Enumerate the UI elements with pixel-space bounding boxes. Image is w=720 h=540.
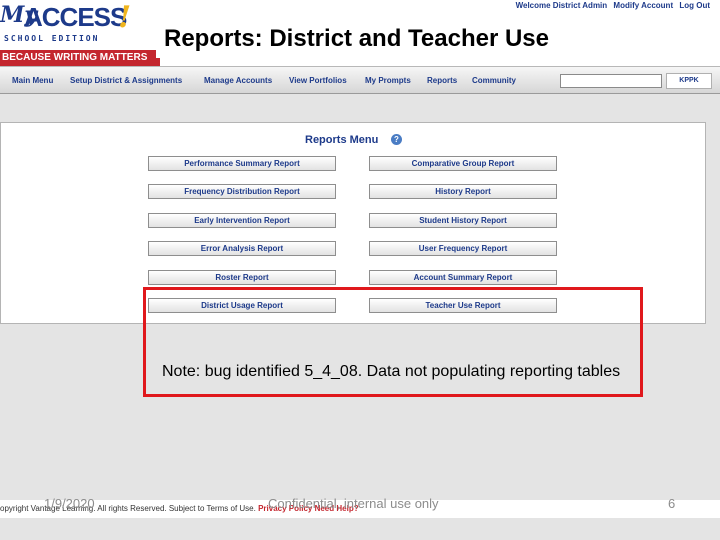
log-out-link[interactable]: Log Out xyxy=(679,1,710,10)
slide-title: Reports: District and Teacher Use xyxy=(164,25,549,52)
logo-access-text: ACCESS xyxy=(24,2,127,32)
welcome-text: Welcome District Admin xyxy=(515,1,608,10)
account-summary-report-button[interactable]: Account Summary Report xyxy=(369,270,557,285)
reports-menu-title: Reports Menu xyxy=(305,134,379,146)
tagline-bar: BECAUSE WRITING MATTERS xyxy=(0,50,160,66)
main-nav-bar: Main Menu Setup District & Assignments M… xyxy=(0,66,720,94)
error-analysis-report-button[interactable]: Error Analysis Report xyxy=(148,241,336,256)
kppk-badge[interactable]: KPPK xyxy=(666,73,712,89)
tagline-text: BECAUSE WRITING MATTERS xyxy=(2,52,148,63)
performance-summary-report-button[interactable]: Performance Summary Report xyxy=(148,156,336,171)
nav-setup-district[interactable]: Setup District & Assignments xyxy=(70,76,182,85)
bug-note: Note: bug identified 5_4_08. Data not po… xyxy=(162,363,621,380)
student-history-report-button[interactable]: Student History Report xyxy=(369,213,557,228)
slide-page-number: 6 xyxy=(668,496,676,511)
nav-reports[interactable]: Reports xyxy=(427,76,457,85)
history-report-button[interactable]: History Report xyxy=(369,184,557,199)
user-frequency-report-button[interactable]: User Frequency Report xyxy=(369,241,557,256)
app-header: My ACCESS ! SCHOOL EDITION BECAUSE WRITI… xyxy=(0,0,720,66)
frequency-distribution-report-button[interactable]: Frequency Distribution Report xyxy=(148,184,336,199)
nav-community[interactable]: Community xyxy=(472,76,516,85)
help-icon[interactable]: ? xyxy=(391,134,402,145)
search-input[interactable] xyxy=(560,74,662,88)
confidential-label: Confidential, internal use only xyxy=(268,496,439,511)
slide-title-box: Reports: District and Teacher Use xyxy=(156,18,720,58)
account-links: Welcome District Admin Modify Account Lo… xyxy=(512,1,710,10)
copyright-text: opyright Vantage Learning. All rights Re… xyxy=(0,504,256,513)
nav-main-menu[interactable]: Main Menu xyxy=(12,76,53,85)
roster-report-button[interactable]: Roster Report xyxy=(148,270,336,285)
logo-exclaim-icon: ! xyxy=(118,0,132,35)
early-intervention-report-button[interactable]: Early Intervention Report xyxy=(148,213,336,228)
slide-date: 1/9/2020 xyxy=(44,496,95,511)
logo-edition-text: SCHOOL EDITION xyxy=(4,34,100,43)
nav-view-portfolios[interactable]: View Portfolios xyxy=(289,76,347,85)
comparative-group-report-button[interactable]: Comparative Group Report xyxy=(369,156,557,171)
nav-my-prompts[interactable]: My Prompts xyxy=(365,76,411,85)
myaccess-logo[interactable]: My ACCESS ! SCHOOL EDITION xyxy=(0,0,160,48)
modify-account-link[interactable]: Modify Account xyxy=(613,1,673,10)
nav-manage-accounts[interactable]: Manage Accounts xyxy=(204,76,272,85)
